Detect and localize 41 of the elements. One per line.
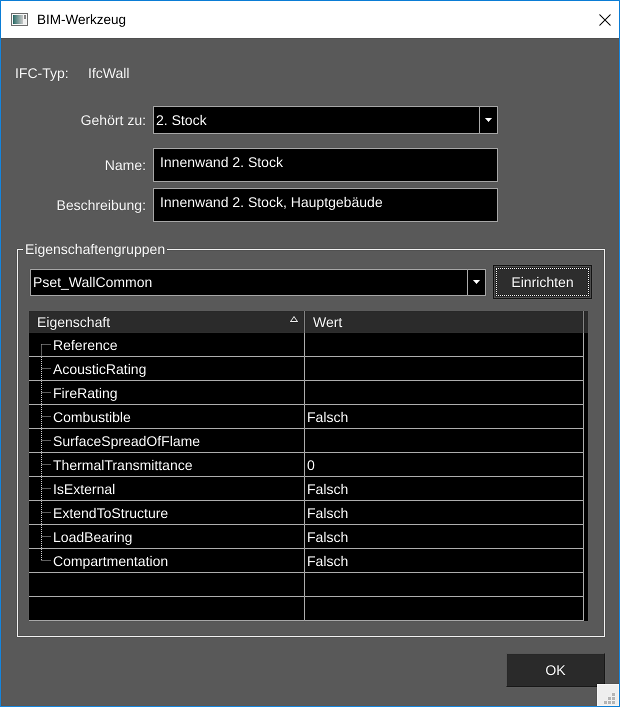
- table-cell: Falsch: [305, 477, 584, 501]
- table-cell: ThermalTransmittance: [29, 453, 305, 477]
- table-cell: FireRating: [29, 381, 305, 405]
- setup-button[interactable]: Einrichten: [493, 265, 592, 299]
- table-cell: Reference: [29, 333, 305, 357]
- table-cell: Falsch: [305, 501, 584, 525]
- table-cell: Combustible: [29, 405, 305, 429]
- table-cell: 0: [305, 453, 584, 477]
- table-cell: LoadBearing: [29, 525, 305, 549]
- table-cell: Falsch: [305, 549, 584, 573]
- tree-branch-icon: [41, 453, 51, 476]
- table-cell: IsExternal: [29, 477, 305, 501]
- tree-branch-icon: [41, 501, 51, 524]
- caret-down-icon: [485, 118, 492, 122]
- table-cell: ExtendToStructure: [29, 501, 305, 525]
- column-header[interactable]: Wert: [305, 311, 584, 333]
- ifc-type-value: IfcWall: [88, 64, 130, 82]
- tree-branch-icon: [41, 405, 51, 428]
- app-window-icon: [11, 13, 28, 26]
- field-label: Name:: [104, 156, 146, 174]
- table-cell: Compartmentation: [29, 549, 305, 573]
- resize-grip-icon[interactable]: [597, 684, 619, 706]
- dropdown-field[interactable]: 2. Stock: [153, 106, 498, 134]
- table-cell: AcousticRating: [29, 357, 305, 381]
- tree-branch-icon: [41, 477, 51, 500]
- text-field[interactable]: Innenwand 2. Stock: [153, 148, 498, 182]
- close-icon: [599, 14, 611, 26]
- field-label: Gehört zu:: [80, 111, 146, 129]
- table-cell: Falsch: [305, 525, 584, 549]
- tree-branch-icon: [41, 429, 51, 452]
- tree-branch-icon: [41, 381, 51, 404]
- dropdown-field[interactable]: Pset_WallCommon: [30, 268, 486, 296]
- table-cell: SurfaceSpreadOfFlame: [29, 429, 305, 453]
- table-cell: Falsch: [305, 405, 584, 429]
- caret-down-icon: [473, 280, 480, 284]
- ifc-type-label: IFC-Typ:: [15, 64, 70, 82]
- column-header[interactable]: Eigenschaft: [29, 311, 305, 333]
- window-title: BIM-Werkzeug: [37, 10, 126, 28]
- field-label: Beschreibung:: [55, 196, 146, 214]
- text-field[interactable]: Innenwand 2. Stock, Hauptgebäude: [153, 188, 498, 222]
- ok-button[interactable]: OK: [506, 653, 605, 687]
